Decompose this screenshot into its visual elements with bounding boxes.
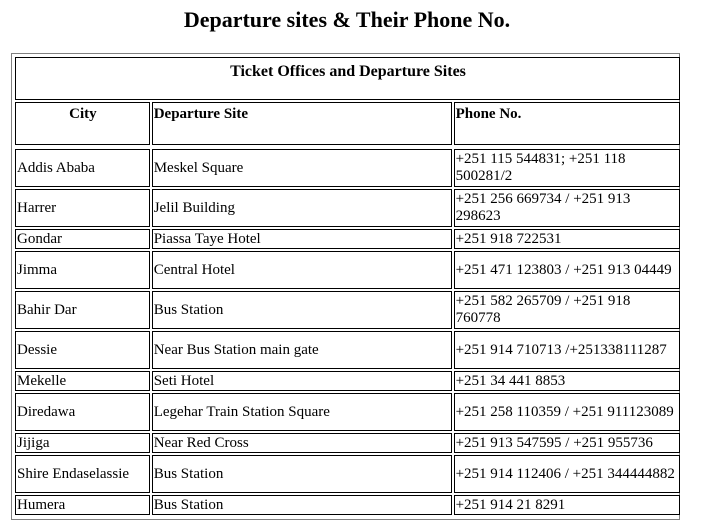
phone-cell: +251 918 722531 — [453, 229, 680, 249]
phone-cell: +251 256 669734 / +251 913 298623 — [453, 189, 680, 227]
phone-cell: +251 914 21 8291 — [453, 495, 680, 515]
column-header-phone: Phone No. — [453, 102, 680, 145]
site-cell: Jelil Building — [151, 189, 452, 227]
phone-cell: +251 34 441 8853 — [453, 371, 680, 391]
table-row: Humera Bus Station +251 914 21 8291 — [15, 495, 680, 515]
table-caption-text: Ticket Offices and Departure Sites — [230, 63, 466, 80]
caption-row: Ticket Offices and Departure Sites — [15, 57, 680, 100]
city-cell: Mekelle — [15, 371, 150, 391]
city-cell: Harrer — [15, 189, 150, 227]
departure-sites-table: Ticket Offices and Departure Sites City … — [13, 55, 682, 517]
site-cell: Bus Station — [151, 495, 452, 515]
city-cell: Jijiga — [15, 433, 150, 453]
site-cell: Central Hotel — [151, 251, 452, 289]
phone-cell: +251 258 110359 / +251 911123089 — [453, 393, 680, 431]
column-header-phone-text: Phone No. — [455, 106, 522, 122]
city-cell: Addis Ababa — [15, 149, 150, 187]
site-cell: Bus Station — [151, 291, 452, 329]
page-title: Departure sites & Their Phone No. — [183, 7, 511, 32]
phone-cell: +251 115 544831; +251 118 500281/2 — [453, 149, 680, 187]
table-row: Diredawa Legehar Train Station Square +2… — [15, 393, 680, 431]
phone-cell: +251 582 265709 / +251 918 760778 — [453, 291, 680, 329]
city-cell: Dessie — [15, 331, 150, 369]
site-cell: Near Red Cross — [151, 433, 452, 453]
phone-cell: +251 914 710713 /+251338111287 — [453, 331, 680, 369]
site-cell: Near Bus Station main gate — [151, 331, 452, 369]
city-cell: Bahir Dar — [15, 291, 150, 329]
table-row: Gondar Piassa Taye Hotel +251 918 722531 — [15, 229, 680, 249]
phone-cell: +251 914 112406 / +251 344444882 — [453, 455, 680, 493]
table-row: Shire Endaselassie Bus Station +251 914 … — [15, 455, 680, 493]
column-header-site-text: Departure Site — [153, 106, 249, 122]
city-cell: Humera — [15, 495, 150, 515]
table-row: Dessie Near Bus Station main gate +251 9… — [15, 331, 680, 369]
table-caption: Ticket Offices and Departure Sites — [15, 57, 680, 100]
site-cell: Meskel Square — [151, 149, 452, 187]
table-row: Harrer Jelil Building +251 256 669734 / … — [15, 189, 680, 227]
column-header-city-text: City — [69, 106, 97, 122]
table-row: Jijiga Near Red Cross +251 913 547595 / … — [15, 433, 680, 453]
site-cell: Legehar Train Station Square — [151, 393, 452, 431]
table-row: Addis Ababa Meskel Square +251 115 54483… — [15, 149, 680, 187]
column-header-site: Departure Site — [151, 102, 452, 145]
city-cell: Gondar — [15, 229, 150, 249]
table-row: Bahir Dar Bus Station +251 582 265709 / … — [15, 291, 680, 329]
city-cell: Jimma — [15, 251, 150, 289]
city-cell: Shire Endaselassie — [15, 455, 150, 493]
phone-cell: +251 471 123803 / +251 913 04449 — [453, 251, 680, 289]
site-cell: Bus Station — [151, 455, 452, 493]
table-row: Mekelle Seti Hotel +251 34 441 8853 — [15, 371, 680, 391]
site-cell: Piassa Taye Hotel — [151, 229, 452, 249]
phone-cell: +251 913 547595 / +251 955736 — [453, 433, 680, 453]
city-cell: Diredawa — [15, 393, 150, 431]
column-header-city: City — [15, 102, 150, 145]
site-cell: Seti Hotel — [151, 371, 452, 391]
header-row: City Departure Site Phone No. — [15, 102, 680, 145]
table-row: Jimma Central Hotel +251 471 123803 / +2… — [15, 251, 680, 289]
